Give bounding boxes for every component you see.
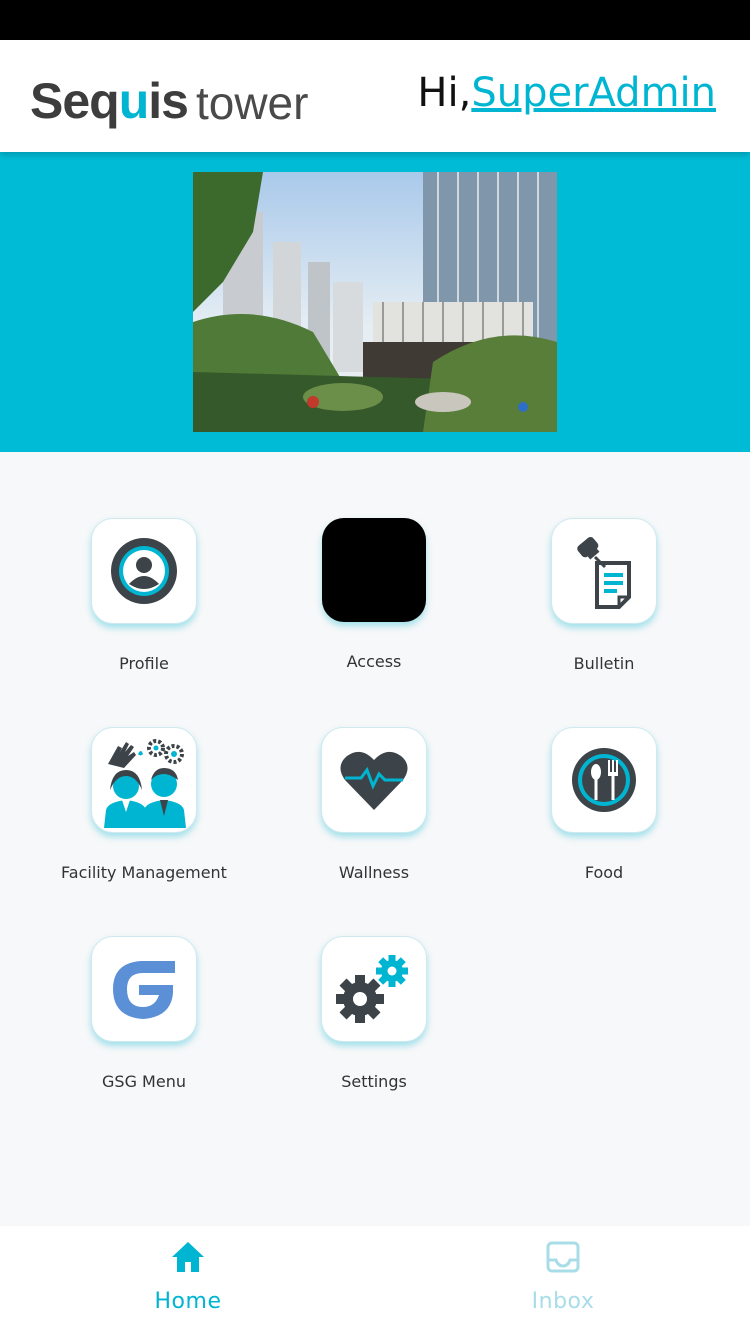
gsg-menu-tile-button[interactable] (91, 936, 197, 1042)
tab-label: Inbox (531, 1289, 595, 1314)
tab-inbox[interactable]: Inbox (463, 1240, 663, 1314)
heart-pulse-icon (340, 751, 408, 810)
menu-item-gsg-menu[interactable]: GSG Menu (29, 936, 259, 1091)
home-icon (172, 1242, 204, 1272)
profile-tile-button[interactable] (91, 518, 197, 624)
menu-label: Bulletin (573, 654, 635, 673)
profile-icon (111, 538, 177, 604)
gsg-logo-icon (113, 961, 175, 1019)
menu-item-facility-management[interactable]: Facility Management (29, 727, 259, 882)
banner (0, 152, 750, 452)
tab-label: Home (154, 1289, 222, 1314)
menu-item-profile[interactable]: Profile (29, 518, 259, 673)
tab-home[interactable]: Home (88, 1240, 288, 1314)
menu-label: Facility Management (61, 863, 227, 882)
menu-label: Settings (341, 1072, 407, 1091)
gears-icon (336, 955, 408, 1023)
menu-label: Food (584, 863, 624, 882)
menu-label: Profile (119, 654, 169, 673)
facility-management-icon (104, 739, 186, 828)
sequis-tower-logo: Sequis tower (30, 62, 308, 126)
menu-item-wallness[interactable]: Wallness (259, 727, 489, 882)
facility-management-tile-button[interactable] (91, 727, 197, 833)
menu-item-access[interactable]: Access (259, 518, 489, 671)
menu-label: Access (346, 652, 402, 671)
status-bar (0, 0, 750, 40)
wallness-tile-button[interactable] (321, 727, 427, 833)
menu-item-settings[interactable]: Settings (259, 936, 489, 1091)
building-photo (193, 172, 557, 432)
app-header: Sequis tower Hi,SuperAdmin (0, 40, 750, 152)
bulletin-icon (577, 537, 631, 609)
bulletin-tile-button[interactable] (551, 518, 657, 624)
greeting-prefix: Hi, (417, 70, 472, 116)
food-icon (572, 748, 636, 812)
logo-brand-text: Sequis (30, 73, 189, 129)
settings-tile-button[interactable] (321, 936, 427, 1042)
menu-item-bulletin[interactable]: Bulletin (489, 518, 719, 673)
menu-label: Wallness (338, 863, 410, 882)
menu-label: GSG Menu (102, 1072, 186, 1091)
inbox-icon (546, 1241, 580, 1273)
username-link[interactable]: SuperAdmin (471, 70, 716, 116)
access-tile-button[interactable] (322, 518, 426, 622)
menu-item-food[interactable]: Food (489, 727, 719, 882)
bottom-tab-bar: Home Inbox (0, 1226, 750, 1334)
logo-sub-text: tower (195, 77, 309, 129)
food-tile-button[interactable] (551, 727, 657, 833)
greeting: Hi,SuperAdmin (417, 70, 716, 116)
